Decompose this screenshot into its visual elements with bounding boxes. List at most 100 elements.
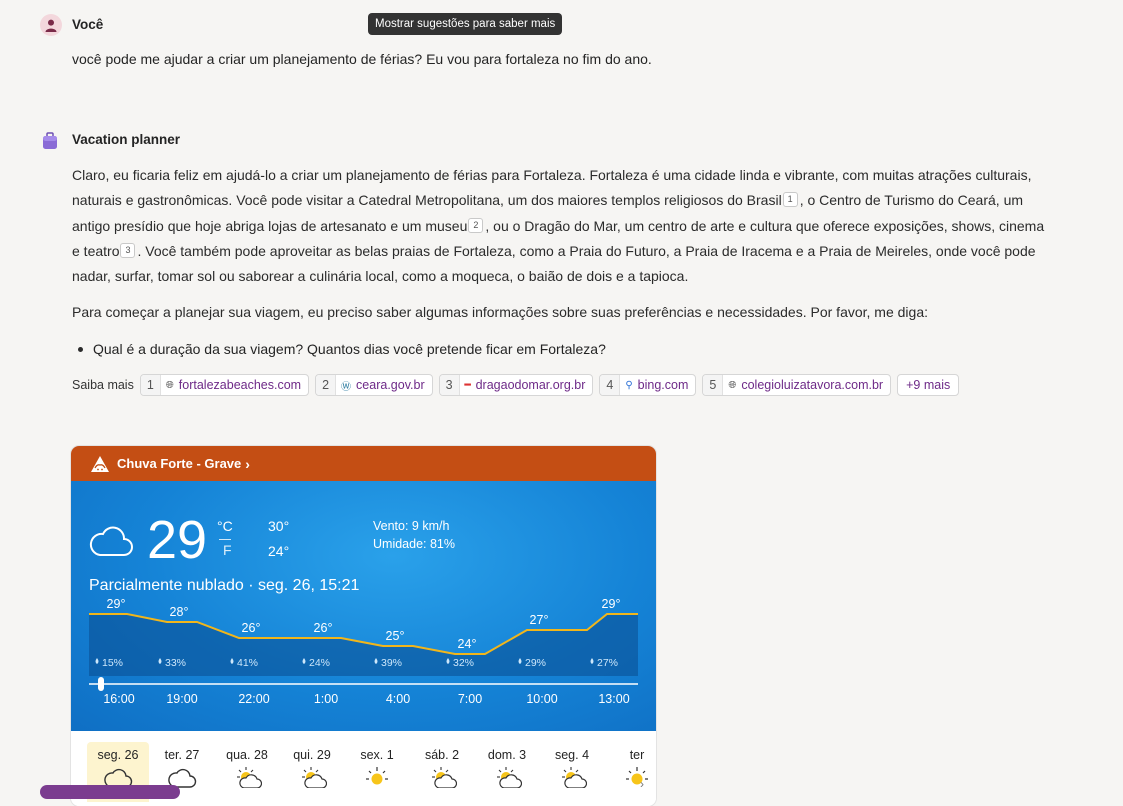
rain-chance-label: 24%: [309, 657, 330, 669]
rain-chance-label: 29%: [525, 657, 546, 669]
user-message: você pode me ajudar a criar um planejame…: [72, 51, 652, 67]
source-chip-5[interactable]: 5 🌐︎ colegioluizatavora.com.br: [702, 374, 892, 396]
alert-text: Chuva Forte - Grave: [117, 456, 242, 471]
unit-fahrenheit[interactable]: F: [223, 542, 232, 558]
user-name: Você: [72, 17, 104, 32]
source-chip-2[interactable]: 2 Ⓦceara.gov.br: [315, 374, 433, 396]
bullet-list: Qual é a duração da sua viagem? Quantos …: [72, 338, 972, 360]
day-forecast-9[interactable]: ter: [606, 742, 656, 802]
hour-time-label: 10:00: [526, 692, 557, 706]
bottom-action-pill[interactable]: [40, 785, 180, 799]
hour-time-label: 1:00: [314, 692, 338, 706]
source-chip-1[interactable]: 1 🌐︎ fortalezabeaches.com: [139, 374, 310, 396]
rain-chance-label: 41%: [237, 657, 258, 669]
hourly-temp-label: 24°: [458, 637, 477, 651]
current-weather-panel: 29 °C F 30° 24° Vento: 9 km/h Umidade: 8…: [71, 481, 656, 731]
hour-time-label: 19:00: [166, 692, 197, 706]
hour-time-label: 7:00: [458, 692, 482, 706]
partly-sunny-icon: [411, 766, 473, 788]
partly-sunny-icon: [281, 766, 343, 788]
citation-1[interactable]: 1: [782, 192, 798, 208]
day-forecast-6[interactable]: sáb. 2: [411, 742, 473, 802]
humidity: Umidade: 81%: [373, 537, 455, 551]
learn-more-bar: Saiba mais 1 🌐︎ fortalezabeaches.com 2 Ⓦc…: [72, 374, 965, 396]
source-number: 5: [703, 375, 724, 395]
search-icon: ⚲: [625, 379, 633, 391]
day-label: qua. 28: [226, 748, 268, 762]
low-temp: 24°: [268, 543, 290, 559]
hourly-temp-label: 28°: [170, 605, 189, 619]
rain-chance-label: 27%: [597, 657, 618, 669]
suggestions-tooltip: Mostrar sugestões para saber mais: [368, 13, 563, 35]
weather-alert-bar[interactable]: Chuva Forte - Grave ›: [71, 446, 656, 481]
rain-chance-label: 15%: [102, 657, 123, 669]
wind-speed: Vento: 9 km/h: [373, 519, 450, 533]
source-number: 3: [439, 375, 460, 395]
bot-paragraph-2: Para começar a planejar sua viagem, eu p…: [72, 304, 929, 320]
hourly-temp-label: 26°: [314, 621, 333, 635]
day-forecast-7[interactable]: dom. 3: [476, 742, 538, 802]
day-forecast-5[interactable]: sex. 1: [346, 742, 408, 802]
bullet-dot: [78, 347, 83, 352]
source-site: dragaodomar.org.br: [475, 378, 586, 392]
wordpress-icon: Ⓦ: [341, 381, 352, 393]
hour-time-label: 4:00: [386, 692, 410, 706]
day-forecast-3[interactable]: qua. 28: [216, 742, 278, 802]
cloud-icon: [89, 526, 133, 556]
globe-icon: 🌐︎: [165, 379, 174, 391]
hourly-temp-label: 25°: [386, 629, 405, 643]
source-site: fortalezabeaches.com: [178, 378, 302, 392]
hourly-temp-label: 27°: [530, 613, 549, 627]
day-forecast-8[interactable]: seg. 4: [541, 742, 603, 802]
learn-more-label: Saiba mais: [72, 378, 134, 392]
sun-icon: [346, 766, 408, 788]
source-chip-4[interactable]: 4 ⚲ bing.com: [599, 374, 697, 396]
bot-name: Vacation planner: [72, 132, 181, 147]
hourly-forecast-chart[interactable]: 29° 15% 16:00 28° 33% 19:00 26° 41% 22:00 26° 24% 1…: [71, 596, 656, 731]
high-temp: 30°: [268, 518, 290, 534]
partly-sunny-icon: [216, 766, 278, 788]
citation-3[interactable]: 3: [120, 242, 136, 258]
warning-icon: [91, 455, 109, 472]
weather-card: Chuva Forte - Grave › 29 °C F 30° 24° Ve…: [71, 446, 656, 806]
para-text: . Você também pode aproveitar as belas p…: [72, 242, 1036, 285]
day-label: seg. 26: [97, 748, 139, 762]
user-avatar-icon: [40, 14, 62, 36]
hourly-temp-label: 29°: [602, 597, 621, 611]
citation-2[interactable]: 2: [468, 217, 484, 233]
hourly-temp-label: 29°: [107, 597, 126, 611]
condition-text: Parcialmente nublado · seg. 26, 15:21: [89, 577, 360, 594]
source-site: ceara.gov.br: [356, 378, 425, 392]
scroll-right-icon[interactable]: ›: [640, 777, 644, 791]
partly-sunny-icon: [541, 766, 603, 788]
day-label: sex. 1: [360, 748, 394, 762]
bullet-item: Qual é a duração da sua viagem? Quantos …: [93, 341, 606, 357]
day-label: qui. 29: [293, 748, 331, 762]
chevron-right-icon: ›: [245, 455, 250, 472]
globe-icon: 🌐︎: [728, 379, 737, 391]
day-label: ter: [629, 748, 645, 762]
source-number: 1: [140, 375, 161, 395]
hour-time-label: 16:00: [103, 692, 134, 706]
day-label: seg. 4: [554, 748, 590, 762]
bot-paragraph-1: Claro, eu ficaria feliz em ajudá-lo a cr…: [72, 163, 1052, 289]
source-site: colegioluizatavora.com.br: [741, 378, 884, 392]
hourly-temp-label: 26°: [242, 621, 261, 635]
rain-chance-label: 32%: [453, 657, 474, 669]
suitcase-icon: [41, 132, 59, 150]
unit-divider: [219, 539, 231, 540]
rain-chance-label: 33%: [165, 657, 186, 669]
day-forecast-4[interactable]: qui. 29: [281, 742, 343, 802]
timeline-slider-handle[interactable]: [98, 677, 104, 691]
more-sources-button[interactable]: +9 mais: [897, 374, 960, 396]
source-number: 2: [316, 375, 337, 395]
source-number: 4: [600, 375, 621, 395]
day-label: ter. 27: [164, 748, 200, 762]
source-site: bing.com: [637, 378, 689, 392]
source-chip-3[interactable]: 3 ━ dragaodomar.org.br: [438, 374, 594, 396]
unit-celsius[interactable]: °C: [217, 518, 233, 534]
partly-sunny-icon: [476, 766, 538, 788]
day-label: sáb. 2: [424, 748, 460, 762]
day-label: dom. 3: [487, 748, 527, 762]
hour-time-label: 13:00: [598, 692, 629, 706]
